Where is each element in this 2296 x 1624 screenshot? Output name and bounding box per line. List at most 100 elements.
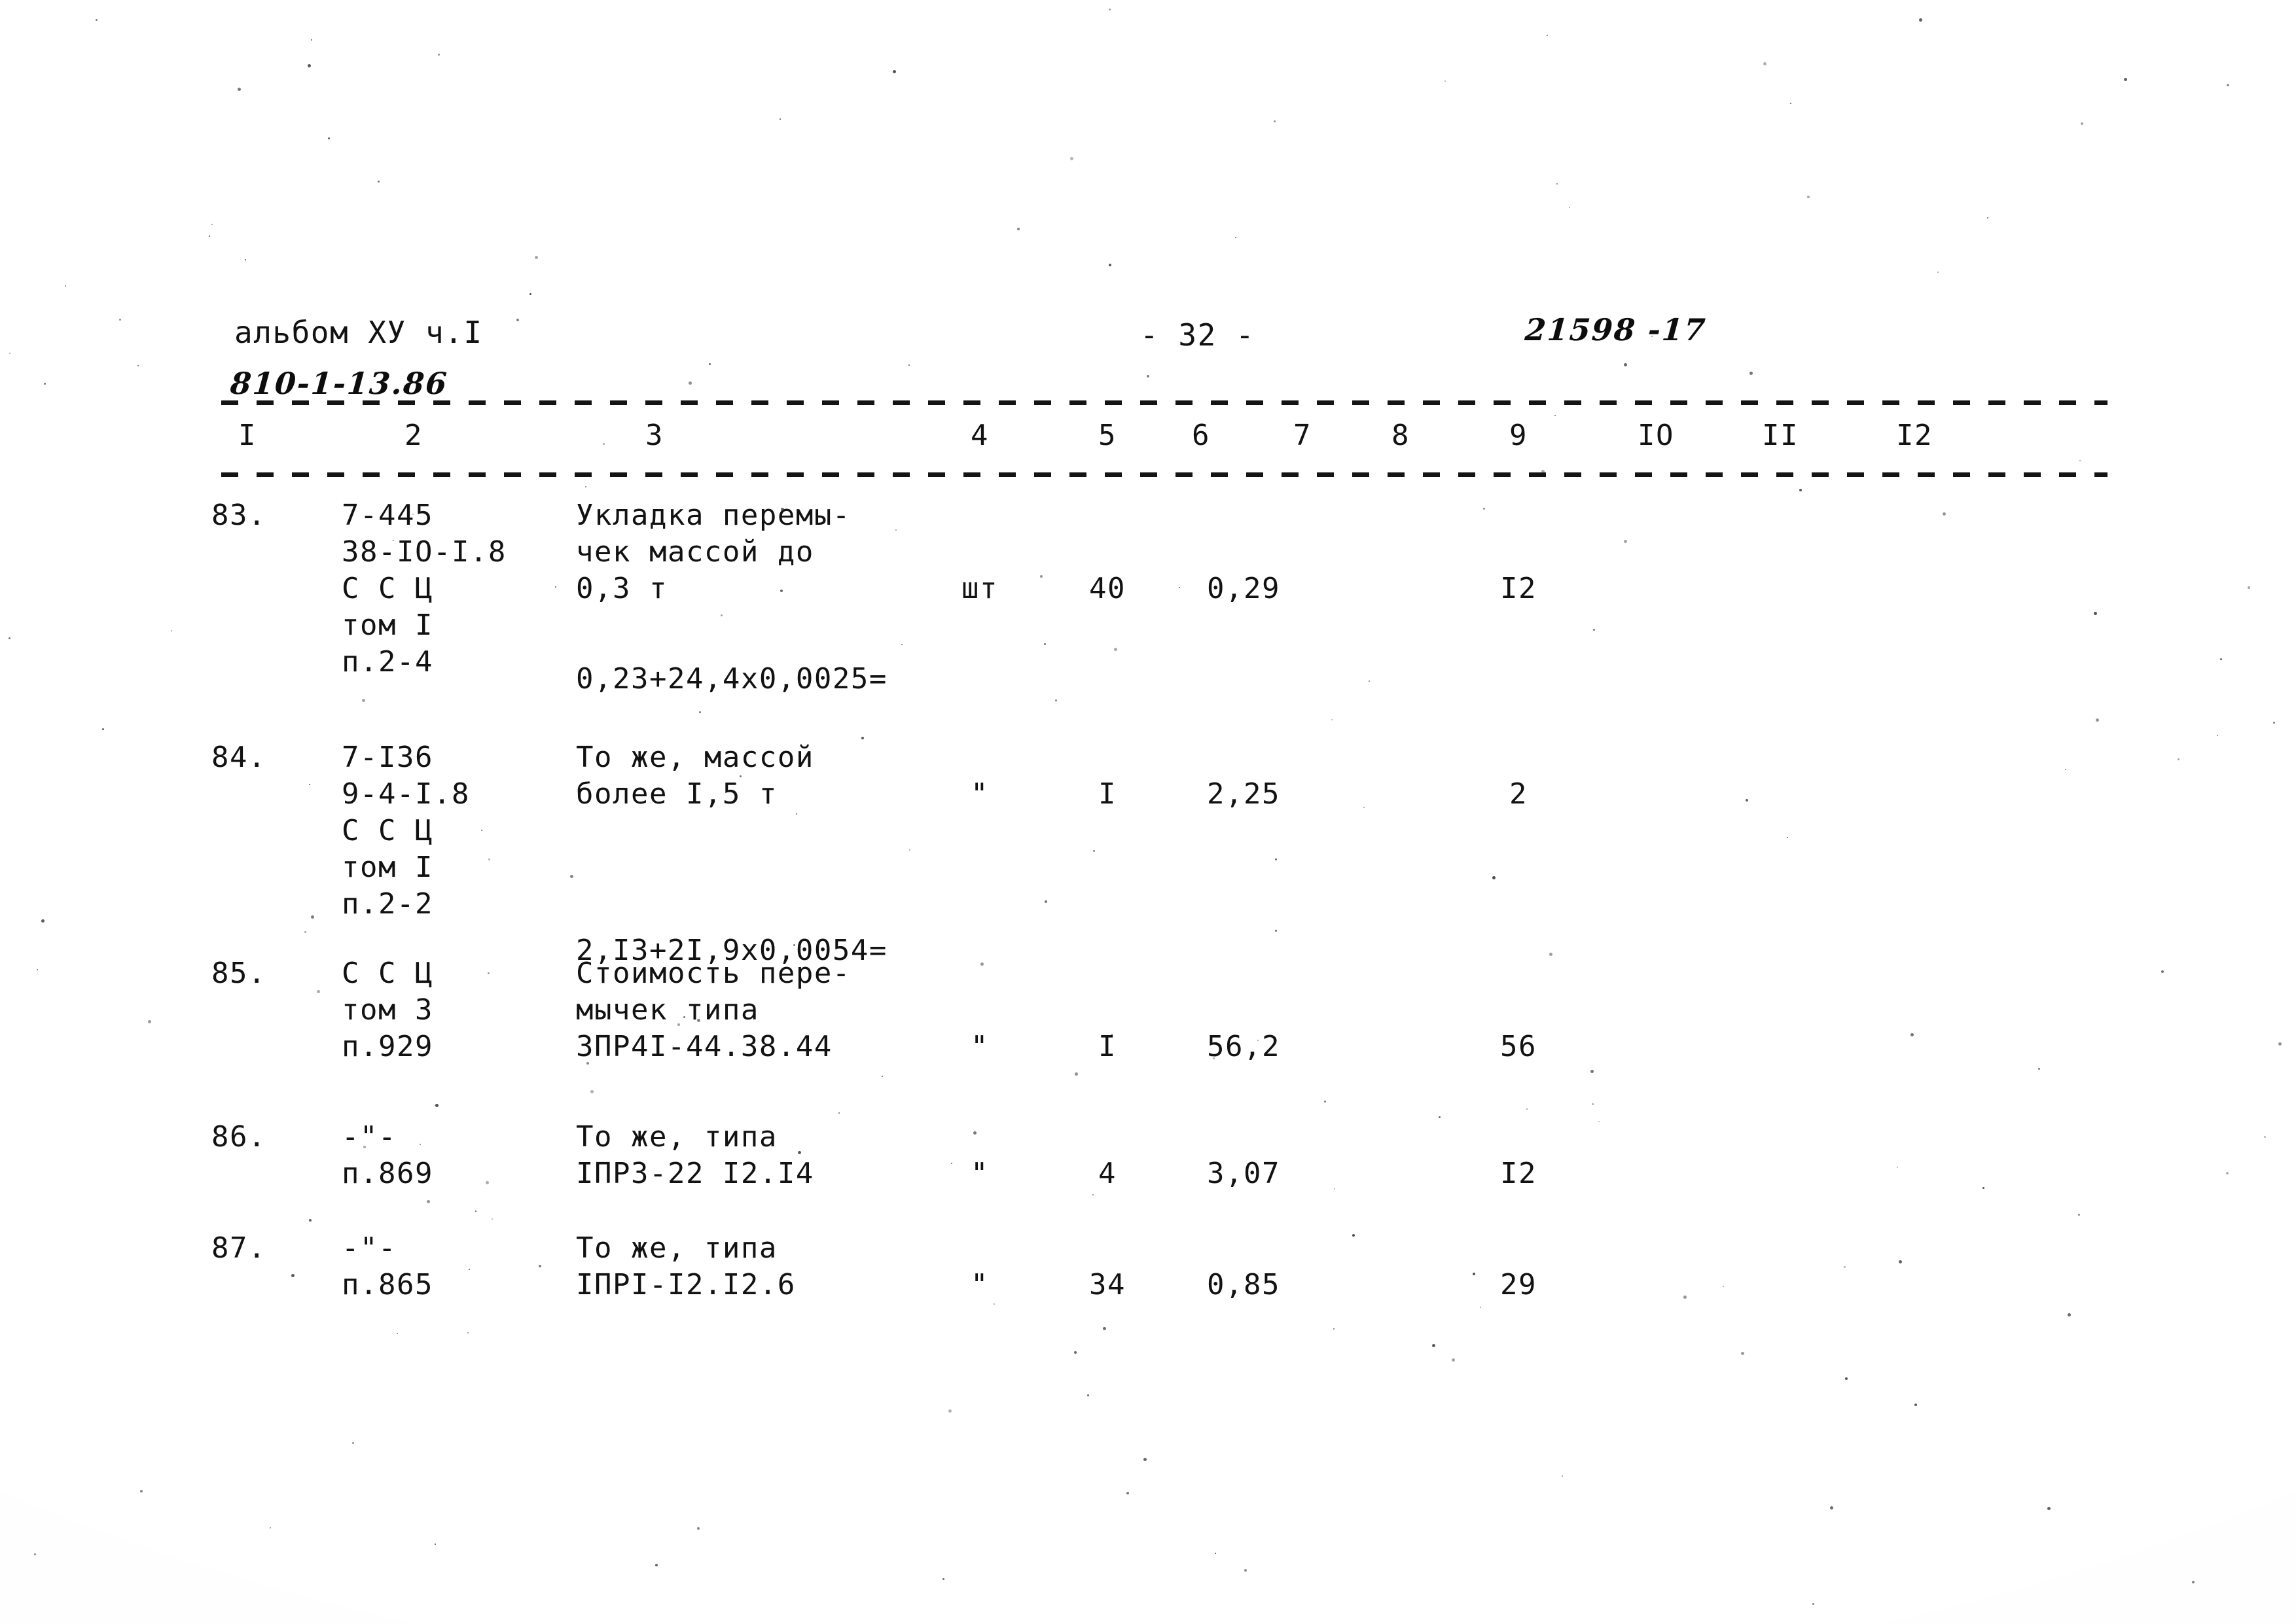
column-header-5: 5 xyxy=(1098,419,1117,452)
scan-speck xyxy=(1179,587,1180,588)
scan-speck xyxy=(1274,120,1276,122)
scan-speck xyxy=(893,70,896,73)
scan-speck xyxy=(1074,1351,1077,1354)
scan-speck xyxy=(2047,1507,2051,1510)
scan-speck xyxy=(1593,629,1595,631)
row-unit-price: 2,25 xyxy=(1207,777,1280,811)
scan-speck xyxy=(555,586,556,588)
row-description-line: мычек типа xyxy=(576,993,759,1027)
scan-speck xyxy=(2226,1172,2229,1174)
scan-speck xyxy=(1812,1603,1814,1605)
scan-speck xyxy=(1562,1475,1563,1477)
row-description-line: IПР3-22 I2.I4 xyxy=(576,1157,814,1190)
scan-speck xyxy=(420,1144,421,1145)
scan-speck xyxy=(308,64,311,67)
scan-speck xyxy=(492,1218,493,1220)
table-header-rule xyxy=(221,472,2108,477)
column-header-3: 3 xyxy=(645,419,664,452)
scan-speck xyxy=(2217,735,2218,736)
row-code-line: -"- xyxy=(342,1120,397,1154)
column-header-I2: I2 xyxy=(1896,419,1933,452)
scan-speck xyxy=(270,1527,271,1528)
scan-speck xyxy=(1452,1358,1455,1362)
table-top-rule xyxy=(221,400,2108,405)
scan-speck xyxy=(699,711,701,713)
scan-speck xyxy=(1333,1328,1335,1330)
scan-speck xyxy=(352,1442,354,1444)
scan-speck xyxy=(780,590,783,592)
scan-speck xyxy=(1444,80,1446,82)
scan-speck xyxy=(709,363,711,365)
scan-speck xyxy=(1914,1403,1917,1406)
row-unit-price: 56,2 xyxy=(1207,1030,1280,1063)
scan-speck xyxy=(119,319,121,321)
scan-speck xyxy=(1547,35,1548,36)
scan-speck xyxy=(317,990,320,993)
scan-speck xyxy=(516,319,519,321)
scan-speck xyxy=(1070,157,1073,160)
row-total: I2 xyxy=(1500,572,1537,605)
column-header-IO: IO xyxy=(1638,419,1674,452)
scan-speck xyxy=(137,365,139,366)
scan-speck xyxy=(2096,718,2099,722)
scan-speck xyxy=(1147,375,1149,378)
scan-speck xyxy=(1787,837,1788,838)
scan-speck xyxy=(951,1163,952,1164)
row-code-line: том I xyxy=(342,609,433,642)
scan-speck xyxy=(397,1333,398,1334)
scan-speck xyxy=(1651,336,1653,337)
scan-speck xyxy=(1937,272,1939,273)
scan-speck xyxy=(539,1265,541,1267)
scan-speck xyxy=(1492,876,1496,879)
scan-speck xyxy=(1213,1057,1215,1059)
scan-speck xyxy=(2178,758,2179,760)
row-description-line: Стоимость пере- xyxy=(576,957,851,990)
row-unit: шт xyxy=(961,572,998,605)
scan-speck xyxy=(9,353,10,354)
row-code-line: С С Ц xyxy=(342,957,433,990)
scan-speck xyxy=(1093,850,1095,852)
scan-speck xyxy=(1334,1188,1335,1190)
scan-speck xyxy=(1919,18,1922,22)
scan-speck xyxy=(1569,207,1570,208)
scan-speck xyxy=(793,944,795,946)
scan-speck xyxy=(209,236,210,237)
scan-speck xyxy=(590,1090,594,1093)
scan-speck xyxy=(1554,415,1556,416)
row-code-line: С С Ц xyxy=(342,572,433,605)
scan-speck xyxy=(291,1274,295,1277)
scan-speck xyxy=(96,19,98,21)
row-description-line: 3ПР4I-44.38.44 xyxy=(576,1030,833,1063)
scan-speck xyxy=(1103,1327,1106,1330)
row-item-number: 83. xyxy=(211,499,266,532)
scan-speck xyxy=(311,915,314,919)
row-total: 56 xyxy=(1500,1030,1537,1063)
scan-speck xyxy=(1910,1033,1914,1036)
scan-speck xyxy=(677,1023,680,1026)
row-unit: " xyxy=(971,1157,989,1190)
row-unit: " xyxy=(971,777,989,811)
row-formula: 0,23+24,4х0,0025= xyxy=(576,662,888,696)
scan-speck xyxy=(486,1181,489,1184)
scan-speck xyxy=(895,529,897,531)
row-quantity: I xyxy=(1098,1030,1117,1063)
scan-speck xyxy=(882,1076,883,1077)
scan-speck xyxy=(721,614,723,616)
scan-speck xyxy=(2038,1068,2040,1070)
scan-speck xyxy=(1087,1394,1089,1396)
scan-speck xyxy=(1541,470,1545,473)
scan-speck xyxy=(481,830,482,831)
order-number-handwritten: 21598 -17 xyxy=(1524,312,1708,347)
scan-speck xyxy=(1549,953,1552,956)
scan-speck xyxy=(1244,1569,1247,1572)
scan-speck xyxy=(1830,1506,1833,1509)
row-code-line: том 3 xyxy=(342,993,433,1027)
scan-speck xyxy=(1257,1040,1259,1041)
scan-speck xyxy=(1556,183,1558,185)
scan-speck xyxy=(1483,508,1485,510)
scan-speck xyxy=(2273,722,2275,724)
scan-speck xyxy=(1943,512,1946,516)
scan-speck xyxy=(311,39,312,41)
scan-speck xyxy=(435,1544,436,1545)
scan-speck xyxy=(171,630,172,631)
